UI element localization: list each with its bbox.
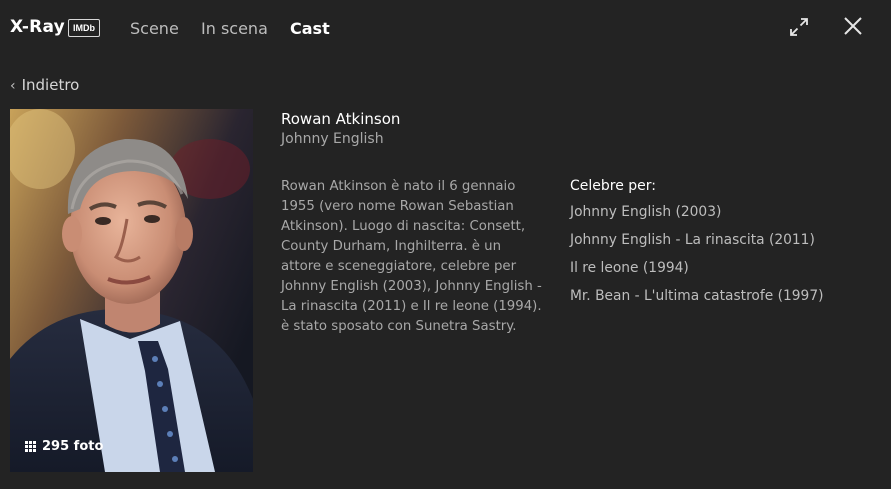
tab-scene[interactable]: Scene [130, 19, 179, 38]
known-for-item[interactable]: Il re leone (1994) [570, 260, 823, 288]
known-for-item[interactable]: Johnny English - La rinascita (2011) [570, 232, 823, 260]
xray-header: X-Ray IMDb Scene In scena Cast [0, 0, 891, 56]
chevron-left-icon: ‹ [10, 78, 16, 94]
tab-in-scena[interactable]: In scena [201, 19, 268, 38]
tab-cast[interactable]: Cast [290, 19, 330, 38]
back-label: Indietro [21, 76, 80, 94]
known-for-list: Johnny English (2003) Johnny English - L… [570, 204, 823, 316]
known-for-item[interactable]: Johnny English (2003) [570, 204, 823, 232]
actor-photo[interactable]: 295 foto [10, 109, 253, 472]
actor-portrait-image [10, 109, 253, 472]
photo-count-label: 295 foto [42, 439, 104, 454]
known-for-item[interactable]: Mr. Bean - L'ultima catastrofe (1997) [570, 288, 823, 316]
known-for-heading: Celebre per: [570, 178, 657, 194]
expand-icon[interactable] [788, 16, 810, 38]
xray-title: X-Ray [10, 17, 65, 37]
close-icon[interactable] [841, 14, 865, 38]
character-name: Johnny English [281, 131, 384, 147]
grid-icon [25, 441, 36, 452]
actor-name: Rowan Atkinson [281, 110, 401, 128]
back-link[interactable]: ‹ Indietro [10, 76, 79, 94]
photo-count-button[interactable]: 295 foto [25, 439, 103, 454]
actor-bio: Rowan Atkinson è nato il 6 gennaio 1955 … [281, 179, 542, 334]
imdb-logo: IMDb [68, 19, 100, 37]
